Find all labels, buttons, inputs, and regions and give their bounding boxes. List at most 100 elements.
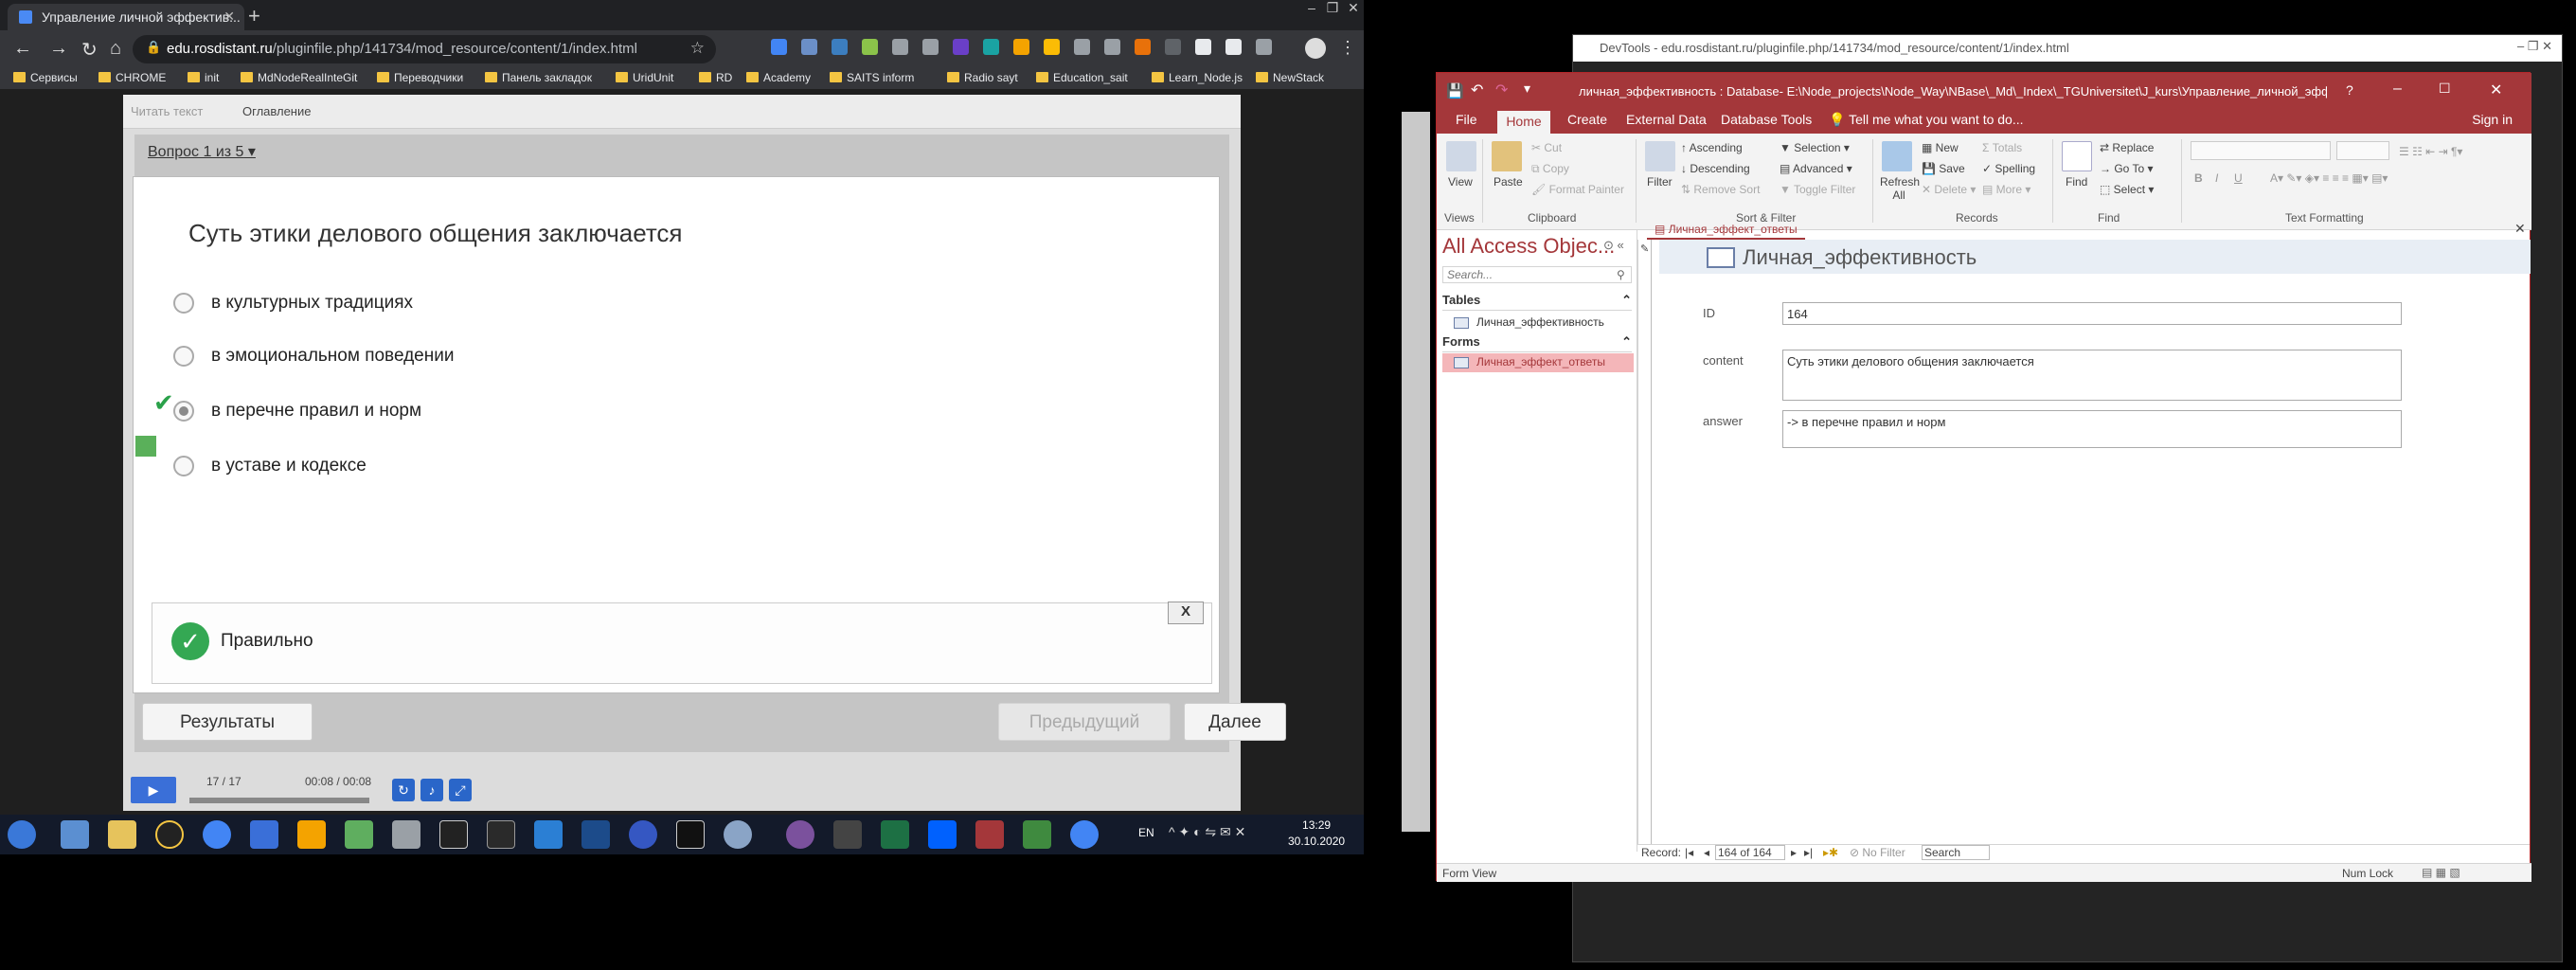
copy-button[interactable]: ⧉ Copy xyxy=(1531,162,1569,176)
minimize-icon[interactable]: – xyxy=(1301,0,1322,15)
chrome-icon[interactable] xyxy=(1070,820,1099,849)
pdf-icon[interactable] xyxy=(676,820,705,849)
radio-button[interactable] xyxy=(173,456,194,476)
save-icon[interactable]: 💾 xyxy=(1446,82,1464,99)
taskbar-app-icon[interactable] xyxy=(61,820,89,849)
italic-button[interactable]: I xyxy=(2215,171,2218,185)
refresh-icon[interactable] xyxy=(1882,141,1912,171)
viber-icon[interactable] xyxy=(786,820,814,849)
prev-record-icon[interactable]: ◂ xyxy=(1704,846,1709,859)
home-icon[interactable]: ⌂ xyxy=(110,38,121,60)
cut-button[interactable]: ✂ Cut xyxy=(1531,141,1562,154)
intellij-icon[interactable] xyxy=(439,820,468,849)
taskbar-app-icon[interactable] xyxy=(345,820,373,849)
bookmark-item[interactable]: Сервисы xyxy=(13,71,78,84)
extension-icon[interactable] xyxy=(1135,39,1151,55)
extensions-puzzle-icon[interactable] xyxy=(1256,39,1272,55)
bold-button[interactable]: B xyxy=(2194,171,2203,185)
volume-icon[interactable]: ♪ xyxy=(420,779,443,801)
record-selector[interactable]: ✎ xyxy=(1638,240,1652,852)
extension-icon[interactable] xyxy=(1013,39,1029,55)
new-record-button[interactable]: ▦ New xyxy=(1922,141,1959,154)
new-record-icon[interactable]: ▸✱ xyxy=(1823,846,1838,859)
extension-icon[interactable] xyxy=(1074,39,1090,55)
sign-in-link[interactable]: Sign in xyxy=(2472,112,2513,127)
extension-icon[interactable] xyxy=(1225,39,1242,55)
taskbar-app-icon[interactable] xyxy=(155,820,184,849)
bookmark-item[interactable]: Переводчики xyxy=(377,71,463,84)
taskbar-app-icon[interactable] xyxy=(250,820,278,849)
bookmark-item[interactable]: NewStack xyxy=(1256,71,1324,84)
close-window-icon[interactable]: ✕ xyxy=(1343,0,1364,16)
nav-search-input[interactable]: Search... xyxy=(1442,266,1632,283)
extension-translate-icon[interactable] xyxy=(771,39,787,55)
close-window-icon[interactable]: ✕ xyxy=(2542,39,2552,53)
answer-option[interactable]: в перечне правил и норм xyxy=(173,401,421,422)
tray-arrow-icon[interactable]: ^ ✦ ◐ ⇋ ✉ ✕ xyxy=(1169,824,1245,840)
tab-file[interactable]: File xyxy=(1456,112,1477,127)
excel-icon[interactable] xyxy=(881,820,909,849)
table-item[interactable]: Личная_эффективность xyxy=(1442,314,1634,332)
ascending-button[interactable]: ↑ Ascending xyxy=(1681,141,1743,154)
answer-option[interactable]: в культурных традициях xyxy=(173,293,413,314)
tab-create[interactable]: Create xyxy=(1567,112,1607,127)
bookmark-item[interactable]: UridUnit xyxy=(616,71,673,84)
forward-icon[interactable]: → xyxy=(49,38,68,60)
undo-icon[interactable]: ↶ xyxy=(1471,81,1483,99)
dropbox-icon[interactable] xyxy=(928,820,957,849)
view-button[interactable]: View xyxy=(1448,175,1473,189)
restore-icon[interactable]: ☐ xyxy=(2439,81,2451,97)
bookmark-item[interactable]: CHROME xyxy=(98,71,166,84)
tables-group-header[interactable]: Tables ⌃ xyxy=(1442,293,1632,311)
selection-button[interactable]: ▼ Selection ▾ xyxy=(1780,141,1850,154)
redo-icon[interactable]: ↷ xyxy=(1495,81,1508,99)
spelling-button[interactable]: ✓ Spelling xyxy=(1982,162,2035,175)
vscode-icon[interactable] xyxy=(534,820,563,849)
play-button[interactable]: ▶ xyxy=(131,777,176,803)
more-button[interactable]: ▤ More ▾ xyxy=(1982,183,2030,196)
back-icon[interactable]: ← xyxy=(13,38,32,60)
read-text-link[interactable]: Читать текст xyxy=(131,104,203,118)
question-nav-dropdown[interactable]: Вопрос 1 из 5 ▾ xyxy=(148,142,256,161)
first-record-icon[interactable]: |◂ xyxy=(1685,846,1693,859)
restore-icon[interactable]: ❐ xyxy=(2528,39,2539,53)
paste-icon[interactable] xyxy=(1492,141,1522,171)
extension-screenshot-icon[interactable] xyxy=(832,39,848,55)
tell-me-search[interactable]: 💡 Tell me what you want to do... xyxy=(1829,112,2024,128)
radio-button[interactable] xyxy=(173,346,194,367)
answer-field[interactable]: -> в перечне правил и норм xyxy=(1782,410,2402,448)
record-position-field[interactable]: 164 of 164 xyxy=(1715,845,1785,860)
access-icon[interactable] xyxy=(975,820,1004,849)
document-tab[interactable]: ▤ Личная_эффект_ответы xyxy=(1647,221,1805,240)
taskbar-app-icon[interactable] xyxy=(297,820,326,849)
extension-icon[interactable] xyxy=(1104,39,1120,55)
progress-bar[interactable] xyxy=(189,798,369,803)
find-icon[interactable] xyxy=(2062,141,2092,171)
browser-tab[interactable]: Управление личной эффектив... ✕ xyxy=(8,4,244,30)
taskbar-app-icon[interactable] xyxy=(833,820,862,849)
format-painter-button[interactable]: 🖌 Format Painter xyxy=(1531,183,1624,196)
answer-option[interactable]: в эмоциональном поведении xyxy=(173,346,454,367)
results-button[interactable]: Результаты xyxy=(142,703,313,741)
color-format-icons[interactable]: A▾ ✎▾ ◈▾ ≡ ≡ ≡ ▦▾ ▤▾ xyxy=(2270,171,2388,185)
profile-avatar[interactable] xyxy=(1305,38,1326,59)
tab-home[interactable]: Home xyxy=(1497,111,1550,134)
replace-button[interactable]: ⇄ Replace xyxy=(2100,141,2154,154)
tab-database-tools[interactable]: Database Tools xyxy=(1721,112,1812,127)
view-icon[interactable] xyxy=(1446,141,1476,171)
next-record-icon[interactable]: ▸ xyxy=(1791,846,1797,859)
delete-record-button[interactable]: ✕ Delete ▾ xyxy=(1922,183,1976,196)
filter-icon[interactable] xyxy=(1645,141,1675,171)
forms-group-header[interactable]: Forms ⌃ xyxy=(1442,334,1632,352)
bookmark-item[interactable]: RD xyxy=(699,71,732,84)
quick-access-icon[interactable]: ▾ xyxy=(1524,81,1530,97)
close-window-icon[interactable]: ✕ xyxy=(2490,81,2502,99)
start-button-icon[interactable] xyxy=(8,820,36,849)
bookmark-item[interactable]: Панель закладок xyxy=(485,71,592,84)
terminal-icon[interactable] xyxy=(487,820,515,849)
tab-external-data[interactable]: External Data xyxy=(1626,112,1707,127)
minimize-icon[interactable]: – xyxy=(2517,39,2524,53)
bookmark-item[interactable]: Academy xyxy=(746,71,811,84)
form-item-selected[interactable]: Личная_эффект_ответы xyxy=(1442,353,1634,372)
save-record-button[interactable]: 💾 Save xyxy=(1922,162,1965,175)
